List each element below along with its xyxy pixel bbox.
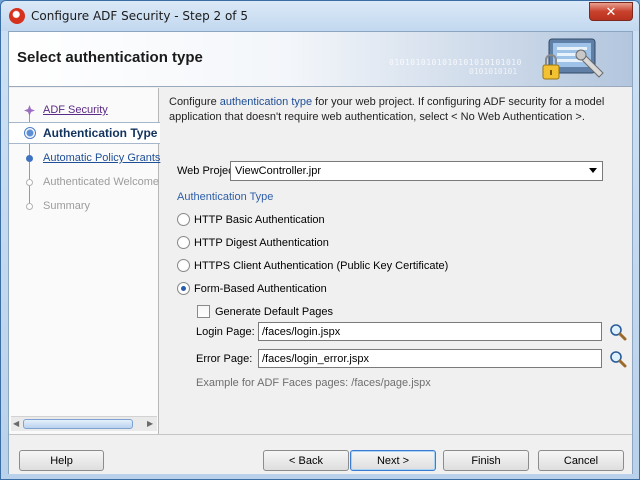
security-lock-icon <box>542 38 604 80</box>
web-project-select[interactable]: ViewController.jpr <box>230 161 603 181</box>
scroll-right-arrow-icon[interactable]: ▶ <box>147 419 153 428</box>
login-page-input[interactable] <box>258 322 602 341</box>
visited-step-icon <box>23 104 36 117</box>
dialog-footer: Help < Back Next > Finish Cancel <box>9 434 632 474</box>
nav-step-label: Authentication Type <box>43 126 158 140</box>
oracle-logo-icon <box>9 8 25 24</box>
current-step-icon <box>23 127 36 140</box>
radio-circle-icon <box>177 213 190 226</box>
nav-step-label: Summary <box>43 200 91 212</box>
chevron-down-icon <box>589 168 597 173</box>
radio-http-digest[interactable]: HTTP Digest Authentication <box>177 236 329 249</box>
step-dot-icon <box>23 200 36 213</box>
step-dot-icon <box>23 152 36 165</box>
radio-circle-icon <box>177 236 190 249</box>
authentication-type-link[interactable]: authentication type <box>220 96 312 108</box>
radio-label: HTTPS Client Authentication (Public Key … <box>194 259 449 272</box>
step-dot-icon <box>23 176 36 189</box>
nav-step-label: Authenticated Welcome <box>43 176 159 188</box>
dialog-body: Select authentication type 0101010101010… <box>8 31 633 474</box>
help-button[interactable]: Help <box>19 450 104 471</box>
wizard-steps-nav: ADF Security Authentication Type Automat… <box>9 88 161 434</box>
search-icon[interactable] <box>609 323 627 341</box>
nav-step-summary: Summary <box>9 195 159 217</box>
window-title: Configure ADF Security - Step 2 of 5 <box>31 9 248 23</box>
radio-form-based[interactable]: Form-Based Authentication <box>177 282 327 295</box>
nav-step-automatic-policy-grants[interactable]: Automatic Policy Grants <box>9 147 161 169</box>
nav-step-label: ADF Security <box>43 104 108 116</box>
radio-https-client[interactable]: HTTPS Client Authentication (Public Key … <box>177 259 448 272</box>
dialog-window: Configure ADF Security - Step 2 of 5 ✕ S… <box>0 0 640 480</box>
description-text: Configure authentication type for your w… <box>169 95 619 125</box>
generate-default-pages-checkbox[interactable]: Generate Default Pages <box>197 305 333 318</box>
checkbox-label: Generate Default Pages <box>215 305 334 318</box>
radio-circle-icon <box>177 259 190 272</box>
content-panel: Configure authentication type for your w… <box>162 88 630 434</box>
radio-selected-icon <box>177 282 190 295</box>
title-bar[interactable]: Configure ADF Security - Step 2 of 5 ✕ <box>1 1 639 31</box>
nav-step-authentication-type[interactable]: Authentication Type <box>9 122 160 144</box>
radio-label: HTTP Digest Authentication <box>194 236 329 249</box>
binary-decoration: 0101010101010101010101010 <box>389 58 522 67</box>
wizard-header: Select authentication type 0101010101010… <box>9 32 632 87</box>
description-part: Configure <box>169 96 220 108</box>
radio-label: Form-Based Authentication <box>194 282 327 295</box>
finish-button[interactable]: Finish <box>443 450 529 471</box>
error-page-label: Error Page: <box>196 353 253 365</box>
scroll-left-arrow-icon[interactable]: ◀ <box>13 419 19 428</box>
close-button[interactable]: ✕ <box>589 2 633 21</box>
radio-http-basic[interactable]: HTTP Basic Authentication <box>177 213 325 226</box>
login-page-label: Login Page: <box>196 326 255 338</box>
checkbox-box-icon <box>197 305 210 318</box>
search-icon[interactable] <box>609 350 627 368</box>
page-title: Select authentication type <box>17 49 203 66</box>
nav-horizontal-scrollbar[interactable]: ◀ ▶ <box>11 416 157 431</box>
web-project-value: ViewController.jpr <box>235 165 322 177</box>
binary-decoration-2: 0101010101 <box>469 67 518 76</box>
nav-step-authenticated-welcome: Authenticated Welcome <box>9 171 159 193</box>
example-hint-text: Example for ADF Faces pages: /faces/page… <box>196 377 431 389</box>
authentication-type-heading: Authentication Type <box>177 191 274 203</box>
error-page-input[interactable] <box>258 349 602 368</box>
nav-step-adf-security[interactable]: ADF Security <box>9 99 159 121</box>
next-button[interactable]: Next > <box>350 450 436 471</box>
scrollbar-thumb[interactable] <box>23 419 133 429</box>
radio-label: HTTP Basic Authentication <box>194 213 325 226</box>
cancel-button[interactable]: Cancel <box>538 450 624 471</box>
back-button[interactable]: < Back <box>263 450 349 471</box>
nav-step-label: Automatic Policy Grants <box>43 152 161 164</box>
